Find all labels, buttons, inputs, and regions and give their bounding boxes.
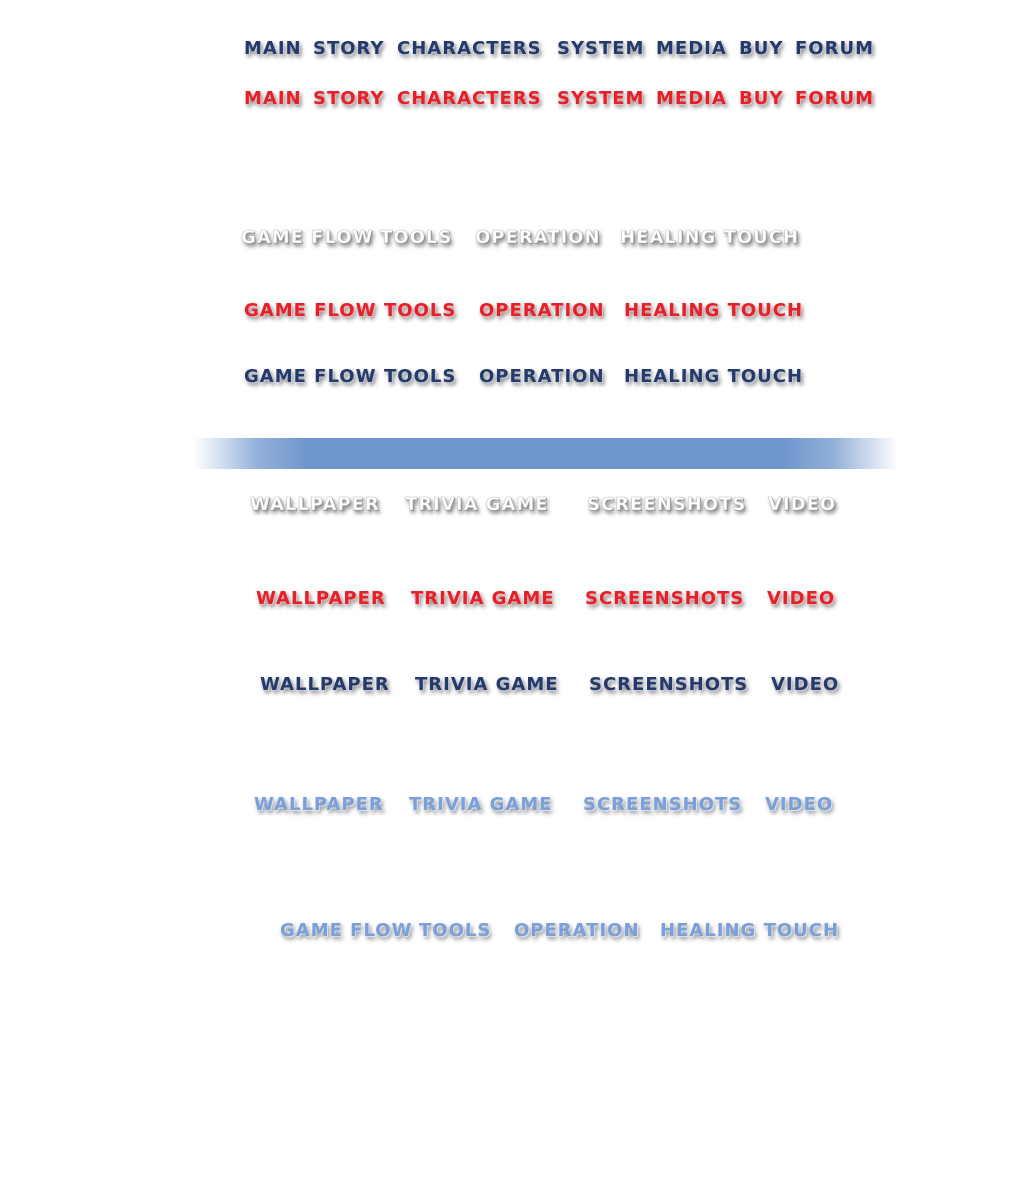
media-nav-item-trivia-game[interactable]: TRIVIA GAME — [409, 794, 553, 816]
section-divider-bar — [194, 438, 898, 469]
system-nav-item-game-flow[interactable]: GAME FLOW — [241, 227, 373, 249]
media-nav-item-screenshots[interactable]: SCREENSHOTS — [585, 588, 744, 610]
main-nav-item-system[interactable]: SYSTEM — [557, 88, 644, 110]
main-nav-item-forum[interactable]: FORUM — [795, 38, 874, 60]
main-nav-item-media[interactable]: MEDIA — [656, 38, 727, 60]
main-nav-item-story[interactable]: STORY — [313, 38, 384, 60]
system-nav-item-healing-touch[interactable]: HEALING TOUCH — [624, 366, 803, 388]
main-nav-item-buy[interactable]: BUY — [739, 88, 783, 110]
media-nav-item-screenshots[interactable]: SCREENSHOTS — [587, 494, 746, 516]
system-nav-item-game-flow[interactable]: GAME FLOW — [244, 300, 376, 322]
system-nav-item-tools[interactable]: TOOLS — [384, 366, 456, 388]
media-nav-item-trivia-game[interactable]: TRIVIA GAME — [405, 494, 549, 516]
media-nav-item-video[interactable]: VIDEO — [765, 794, 833, 816]
media-nav-item-video[interactable]: VIDEO — [768, 494, 836, 516]
media-nav-item-wallpaper[interactable]: WALLPAPER — [260, 674, 390, 696]
media-nav-item-wallpaper[interactable]: WALLPAPER — [250, 494, 380, 516]
media-nav-item-trivia-game[interactable]: TRIVIA GAME — [411, 588, 555, 610]
system-nav-item-healing-touch[interactable]: HEALING TOUCH — [620, 227, 799, 249]
media-nav-item-video[interactable]: VIDEO — [771, 674, 839, 696]
system-nav-item-operation[interactable]: OPERATION — [479, 300, 605, 322]
system-nav-item-operation[interactable]: OPERATION — [514, 920, 640, 942]
main-nav-item-story[interactable]: STORY — [313, 88, 384, 110]
system-nav-item-healing-touch[interactable]: HEALING TOUCH — [624, 300, 803, 322]
main-nav-item-characters[interactable]: CHARACTERS — [397, 38, 542, 60]
button-sprite-sheet: MAIN STORY CHARACTERS SYSTEM MEDIA BUY F… — [0, 0, 1024, 1184]
main-nav-item-characters[interactable]: CHARACTERS — [397, 88, 542, 110]
media-nav-item-screenshots[interactable]: SCREENSHOTS — [589, 674, 748, 696]
media-nav-item-screenshots[interactable]: SCREENSHOTS — [583, 794, 742, 816]
main-nav-item-main[interactable]: MAIN — [244, 88, 302, 110]
system-nav-item-operation[interactable]: OPERATION — [475, 227, 601, 249]
main-nav-item-forum[interactable]: FORUM — [795, 88, 874, 110]
system-nav-item-healing-touch[interactable]: HEALING TOUCH — [660, 920, 839, 942]
system-nav-item-tools[interactable]: TOOLS — [384, 300, 456, 322]
system-nav-item-tools[interactable]: TOOLS — [380, 227, 452, 249]
media-nav-item-trivia-game[interactable]: TRIVIA GAME — [415, 674, 559, 696]
main-nav-item-buy[interactable]: BUY — [739, 38, 783, 60]
main-nav-item-system[interactable]: SYSTEM — [557, 38, 644, 60]
media-nav-item-video[interactable]: VIDEO — [767, 588, 835, 610]
system-nav-item-tools[interactable]: TOOLS — [419, 920, 491, 942]
system-nav-item-game-flow[interactable]: GAME FLOW — [244, 366, 376, 388]
main-nav-item-main[interactable]: MAIN — [244, 38, 302, 60]
main-nav-item-media[interactable]: MEDIA — [656, 88, 727, 110]
system-nav-item-game-flow[interactable]: GAME FLOW — [280, 920, 412, 942]
media-nav-item-wallpaper[interactable]: WALLPAPER — [256, 588, 386, 610]
media-nav-item-wallpaper[interactable]: WALLPAPER — [254, 794, 384, 816]
system-nav-item-operation[interactable]: OPERATION — [479, 366, 605, 388]
